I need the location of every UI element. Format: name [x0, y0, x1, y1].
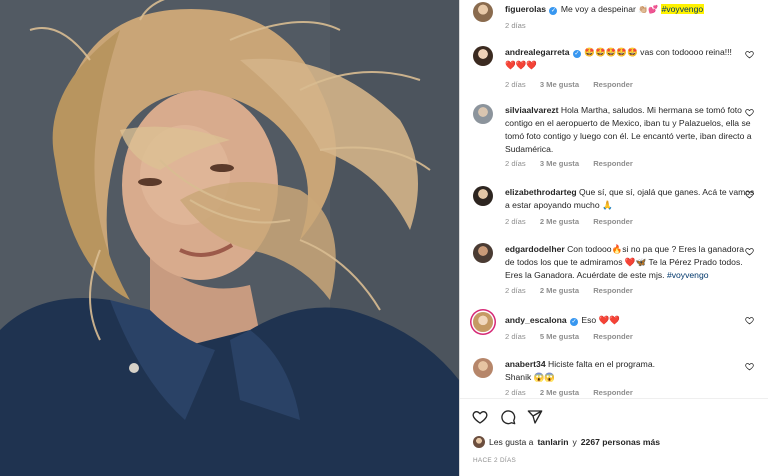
comments-panel: figuerolas ✓ Me voy a despeinar 👏🏼💕 #voy… [459, 0, 768, 476]
like-comment-heart-icon[interactable] [745, 247, 754, 256]
caption-time: 2 días [505, 21, 526, 30]
portrait-illustration [0, 0, 459, 476]
comment-time: 2 días [505, 217, 526, 226]
likes-mid: y [572, 437, 577, 447]
likes-user[interactable]: tanlarin [537, 437, 568, 447]
reply-button[interactable]: Responder [593, 388, 633, 397]
like-comment-heart-icon[interactable] [745, 108, 754, 117]
comment-meta: 2 días 2 Me gusta Responder [505, 217, 645, 226]
comment-username[interactable]: elizabethrodarteg [505, 187, 577, 197]
comment-likes[interactable]: 5 Me gusta [540, 332, 579, 341]
comment-avatar[interactable] [473, 186, 493, 206]
comment: andrealegarreta ✓ 🤩🤩🤩🤩🤩 vas con todoooo … [505, 46, 755, 72]
like-comment-heart-icon[interactable] [745, 50, 754, 59]
comment-meta: 2 días 5 Me gusta Responder [505, 332, 645, 341]
comment-text: Hiciste falta en el programa. [548, 359, 655, 369]
comment: elizabethrodarteg Que sí, que sí, ojalá … [505, 186, 755, 212]
comment-avatar[interactable] [473, 358, 493, 378]
comment-likes[interactable]: 3 Me gusta [540, 80, 579, 89]
comment-username[interactable]: edgardodelher [505, 244, 565, 254]
comment-text-line2: ❤️❤️❤️ [505, 60, 538, 70]
instagram-post: figuerolas ✓ Me voy a despeinar 👏🏼💕 #voy… [0, 0, 768, 476]
comment-meta: 2 días 3 Me gusta Responder [505, 159, 645, 168]
comment: edgardodelher Con todooo🔥si no pa que ? … [505, 243, 755, 282]
comment-time: 2 días [505, 332, 526, 341]
author-avatar[interactable] [473, 2, 493, 22]
comment-username[interactable]: andy_escalona [505, 315, 567, 325]
comment-username[interactable]: andrealegarreta [505, 47, 570, 57]
comment-hashtag[interactable]: #voyvengo [667, 270, 709, 280]
likes-count[interactable]: 2267 personas más [581, 437, 660, 447]
comment-time: 2 días [505, 159, 526, 168]
comment-meta: 2 días 3 Me gusta Responder [505, 80, 645, 89]
heart-icon[interactable] [472, 409, 488, 425]
comment-avatar[interactable] [473, 312, 493, 332]
comment: silviaalvarezt Hola Martha, saludos. Mi … [505, 104, 755, 156]
likes-summary: Les gusta a tanlarin y 2267 personas más [473, 436, 660, 448]
comment-likes[interactable]: 2 Me gusta [540, 388, 579, 397]
reply-button[interactable]: Responder [593, 286, 633, 295]
reply-button[interactable]: Responder [593, 217, 633, 226]
like-comment-heart-icon[interactable] [745, 316, 754, 325]
caption: figuerolas ✓ Me voy a despeinar 👏🏼💕 #voy… [505, 3, 755, 16]
verified-icon: ✓ [572, 50, 581, 58]
comment: anabert34 Hiciste falta en el programa. … [505, 358, 755, 384]
post-actions: Les gusta a tanlarin y 2267 personas más… [460, 398, 768, 476]
likes-prefix: Les gusta a [489, 437, 534, 447]
author-username[interactable]: figuerolas [505, 4, 546, 14]
comment-avatar[interactable] [473, 46, 493, 66]
comment-likes[interactable]: 3 Me gusta [540, 159, 579, 168]
like-comment-heart-icon[interactable] [745, 362, 754, 371]
comment-icon[interactable] [500, 409, 516, 425]
comment-likes[interactable]: 2 Me gusta [540, 286, 579, 295]
comment-avatar[interactable] [473, 104, 493, 124]
verified-icon: ✓ [570, 318, 579, 326]
comment-time: 2 días [505, 286, 526, 295]
comment-meta: 2 días 2 Me gusta Responder [505, 286, 645, 295]
comment-likes[interactable]: 2 Me gusta [540, 217, 579, 226]
comment-text: Eso ❤️❤️ [581, 315, 621, 325]
comment-text: 🤩🤩🤩🤩🤩 vas con todoooo reina!!! [584, 47, 732, 57]
reply-button[interactable]: Responder [593, 80, 633, 89]
reply-button[interactable]: Responder [593, 159, 633, 168]
like-comment-heart-icon[interactable] [745, 190, 754, 199]
post-time[interactable]: HACE 2 DÍAS [473, 457, 516, 464]
comment-text-line2: Shanik 😱😱 [505, 372, 556, 382]
comment-time: 2 días [505, 388, 526, 397]
verified-icon: ✓ [549, 7, 558, 15]
share-icon[interactable] [527, 409, 543, 425]
comment-username[interactable]: silviaalvarezt [505, 105, 559, 115]
comment-meta: 2 días 2 Me gusta Responder [505, 388, 645, 397]
comment-time: 2 días [505, 80, 526, 89]
caption-meta: 2 días [505, 21, 538, 30]
comment-username[interactable]: anabert34 [505, 359, 546, 369]
comment: andy_escalona ✓ Eso ❤️❤️ [505, 314, 755, 327]
caption-hashtag[interactable]: #voyvengo [660, 4, 705, 14]
post-photo[interactable] [0, 0, 459, 476]
reply-button[interactable]: Responder [593, 332, 633, 341]
comment-avatar[interactable] [473, 243, 493, 263]
liker-avatar[interactable] [473, 436, 485, 448]
caption-emoji: 👏🏼💕 [638, 5, 659, 14]
caption-text: Me voy a despeinar [560, 4, 636, 14]
